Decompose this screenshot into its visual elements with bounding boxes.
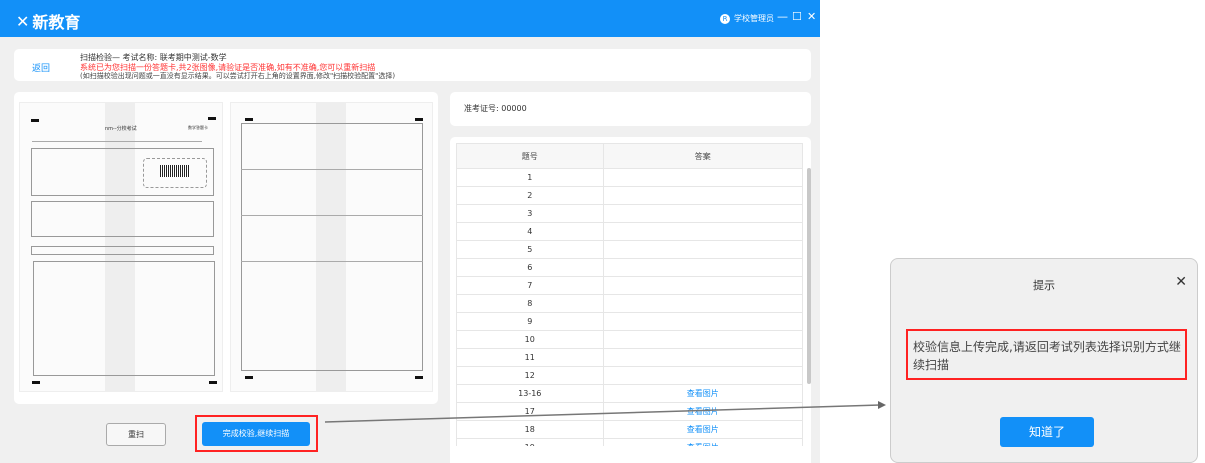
close-icon[interactable]: ✕ xyxy=(1175,274,1187,290)
ok-button[interactable]: 知道了 xyxy=(1000,417,1094,447)
dialog-message: 校验信息上传完成,请返回考试列表选择识别方式继续扫描 xyxy=(913,340,1181,372)
prompt-dialog: 提示 ✕ 校验信息上传完成,请返回考试列表选择识别方式继续扫描 知道了 xyxy=(890,258,1198,463)
dialog-title: 提示 xyxy=(1033,279,1055,292)
